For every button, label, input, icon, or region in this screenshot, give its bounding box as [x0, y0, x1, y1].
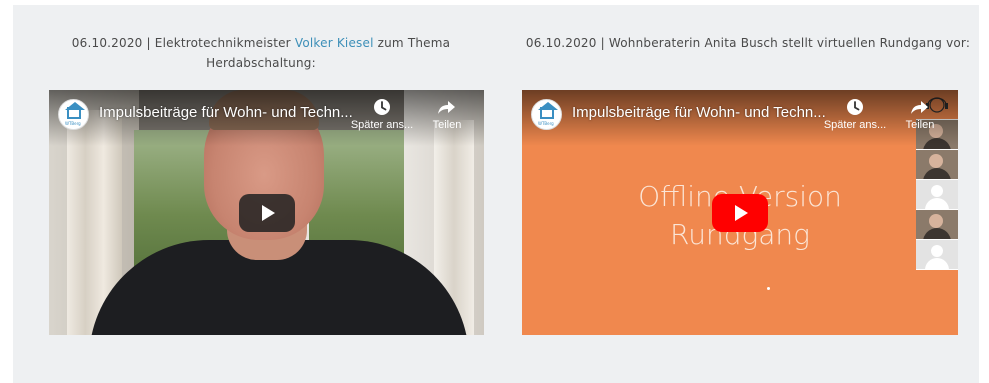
participant-video — [916, 150, 958, 180]
clock-icon — [847, 99, 863, 115]
play-button[interactable] — [712, 194, 768, 232]
play-button[interactable] — [239, 194, 295, 232]
share-label: Teilen — [432, 119, 462, 131]
content-panel: 06.10.2020 | Elektrotechnikmeister Volke… — [13, 5, 979, 383]
watch-later-button[interactable]: Später ans... — [820, 98, 890, 131]
video-title-link[interactable]: Impulsbeiträge für Wohn- und Techn... — [99, 104, 353, 121]
video-embed-1[interactable]: WTBerg Impulsbeiträge für Wohn- und Tech… — [49, 90, 484, 335]
caption-date: 06.10.2020 — [71, 36, 143, 50]
watch-later-label: Später ans... — [823, 119, 887, 131]
share-button[interactable]: Teilen — [900, 98, 940, 131]
share-button[interactable]: Teilen — [427, 98, 467, 131]
watch-later-label: Später ans... — [350, 119, 414, 131]
share-icon — [438, 101, 455, 114]
participant-avatar — [916, 180, 958, 210]
caption-separator: | — [146, 36, 151, 50]
play-icon — [735, 205, 748, 221]
person-link-volker-kiesel[interactable]: Volker Kiesel — [295, 36, 374, 50]
video-caption-1: 06.10.2020 | Elektrotechnikmeister Volke… — [41, 33, 481, 73]
channel-logo-icon[interactable]: WTBerg — [58, 99, 89, 130]
channel-logo-text: WTBerg — [538, 121, 554, 126]
share-icon — [911, 101, 928, 114]
participant-video — [916, 210, 958, 240]
cursor-dot — [767, 287, 770, 290]
channel-logo-text: WTBerg — [65, 121, 81, 126]
video-title-bar: WTBerg Impulsbeiträge für Wohn- und Tech… — [49, 90, 484, 146]
video-embed-2[interactable]: Offline Version Rundgang WTBerg Impulsbe… — [522, 90, 958, 335]
caption-text: Elektrotechnikmeister — [154, 36, 291, 50]
participant-avatar — [916, 240, 958, 270]
caption-separator: | — [600, 36, 605, 50]
caption-date: 06.10.2020 — [525, 36, 597, 50]
video-title-bar: WTBerg Impulsbeiträge für Wohn- und Tech… — [522, 90, 958, 146]
caption-text: Wohnberaterin Anita Busch stellt virtuel… — [608, 36, 971, 50]
play-icon — [262, 205, 275, 221]
share-label: Teilen — [905, 119, 935, 131]
video-caption-2: 06.10.2020 | Wohnberaterin Anita Busch s… — [517, 33, 979, 53]
clock-icon — [374, 99, 390, 115]
channel-logo-icon[interactable]: WTBerg — [531, 99, 562, 130]
video-title-link[interactable]: Impulsbeiträge für Wohn- und Techn... — [572, 104, 826, 121]
watch-later-button[interactable]: Später ans... — [347, 98, 417, 131]
